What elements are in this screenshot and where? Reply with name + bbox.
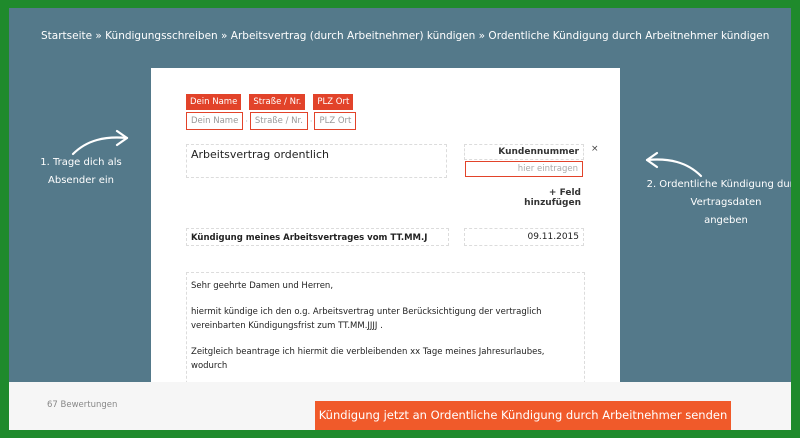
date-field[interactable]: 09.11.2015 — [464, 228, 584, 246]
separator-dot: · — [245, 116, 248, 126]
customer-number-label[interactable]: Kundennummer — [464, 144, 584, 160]
letter-paragraph-2: Zeitgleich beantrage ich hiermit die ver… — [191, 347, 545, 371]
separator-dot: · — [309, 116, 313, 126]
sender-labels: Dein Name Straße / Nr. PLZ Ort — [186, 94, 361, 110]
hint-contract-line2: Vertragsdaten — [690, 197, 762, 208]
recipient-title-field[interactable]: Arbeitsvertrag ordentlich — [186, 144, 447, 178]
sender-city-label: PLZ Ort — [313, 94, 354, 110]
ratings-count[interactable]: 67 Bewertungen — [47, 400, 117, 410]
hint-sender-line2: Absender ein — [48, 175, 114, 186]
sender-name-label: Dein Name — [186, 94, 242, 110]
sender-city-input[interactable]: PLZ Ort — [314, 112, 357, 130]
sender-street-input[interactable]: Straße / Nr. — [249, 112, 308, 130]
hint-sender-line1: 1. Trage dich als — [40, 157, 122, 168]
send-cancellation-button[interactable]: Kündigung jetzt an Ordentliche Kündigung… — [315, 401, 731, 430]
letter-paragraph-1: hiermit kündige ich den o.g. Arbeitsvert… — [191, 307, 542, 331]
letter-paper: Dein Name Straße / Nr. PLZ Ort Dein Name… — [151, 68, 620, 430]
subject-line-field[interactable]: Kündigung meines Arbeitsvertrages vom TT… — [186, 228, 449, 246]
page-frame: Startseite » Kündigungsschreiben » Arbei… — [9, 8, 791, 430]
letter-greeting: Sehr geehrte Damen und Herren, — [191, 281, 334, 291]
footer-bar: 67 Bewertungen Kündigung jetzt an Ordent… — [9, 382, 791, 430]
hint-contract-line3: angeben — [704, 215, 748, 226]
hint-contract: 2. Ordentliche Kündigung durch Vertragsd… — [641, 176, 791, 230]
breadcrumb[interactable]: Startseite » Kündigungsschreiben » Arbei… — [41, 30, 769, 42]
customer-number-input[interactable]: hier eintragen — [465, 161, 583, 177]
sender-name-input[interactable]: Dein Name — [186, 112, 244, 130]
hint-contract-line1: 2. Ordentliche Kündigung durch — [646, 179, 791, 190]
sender-fields: Dein Name · Straße / Nr. · PLZ Ort — [186, 112, 357, 130]
hint-sender: 1. Trage dich als Absender ein — [31, 154, 131, 190]
add-field-link[interactable]: + Feld hinzufügen — [491, 188, 581, 208]
close-icon[interactable]: × — [591, 144, 599, 154]
sender-street-label: Straße / Nr. — [249, 94, 306, 110]
